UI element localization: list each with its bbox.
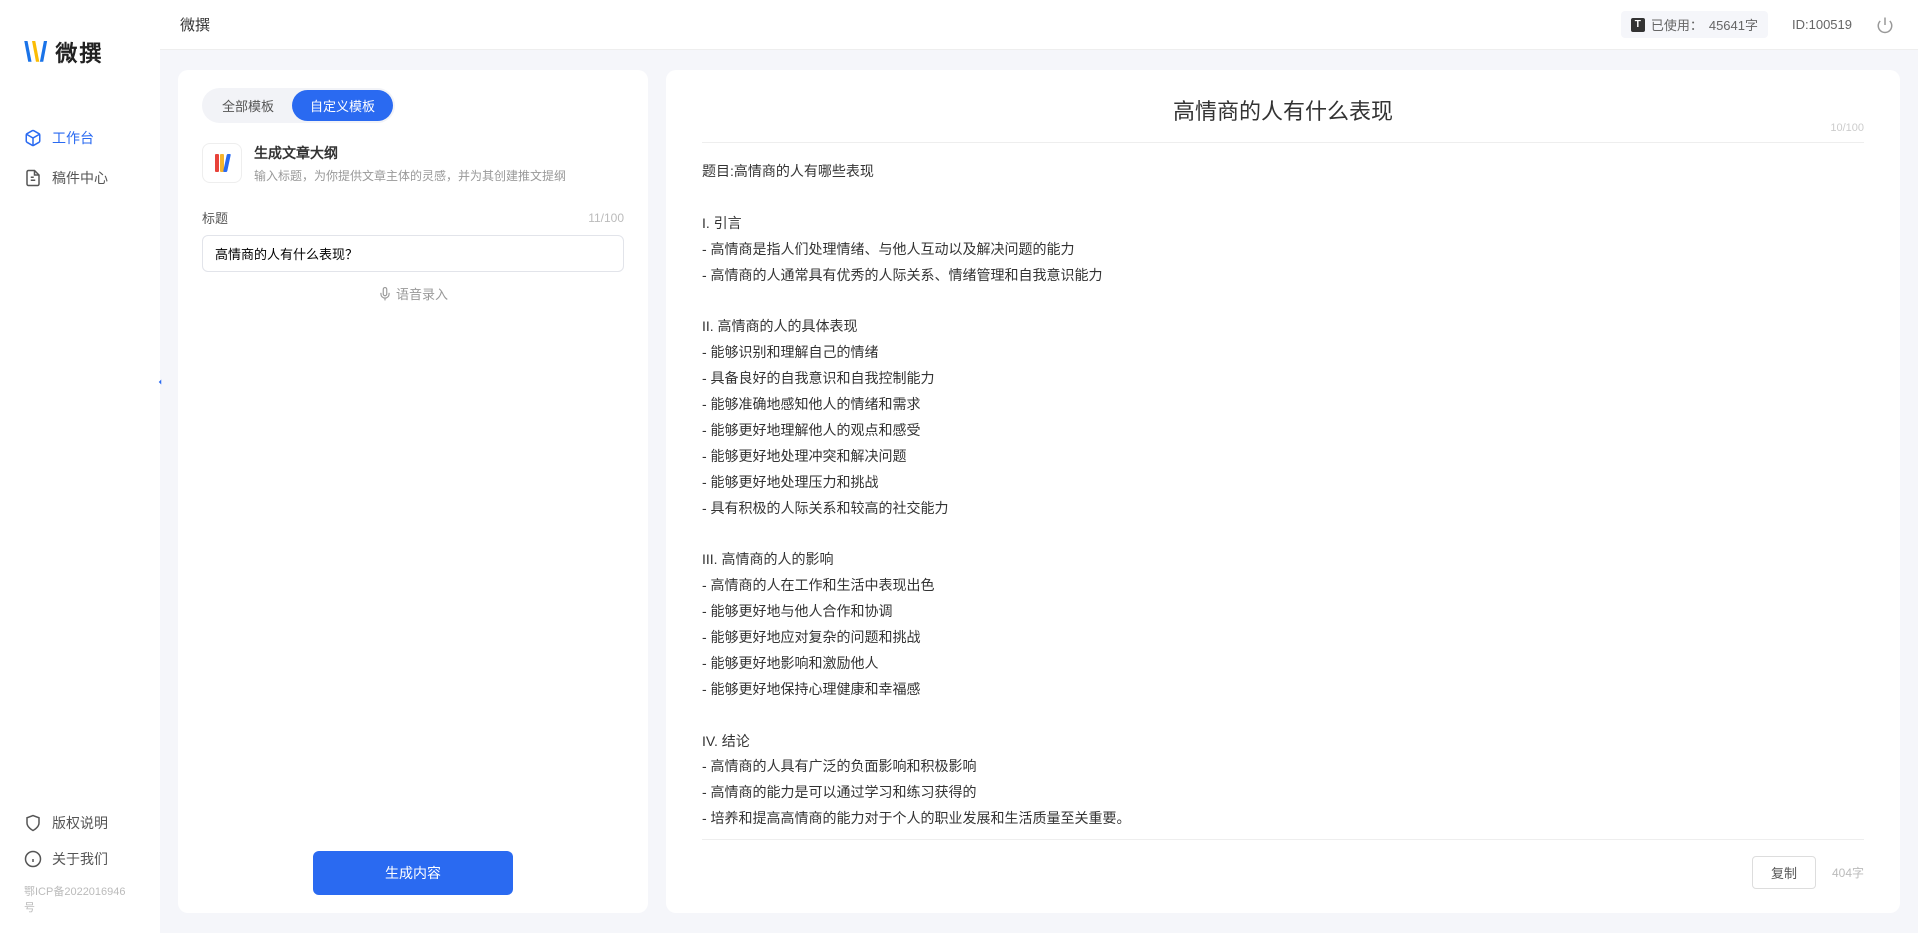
chevron-left-icon xyxy=(155,374,165,390)
copy-button[interactable]: 复制 xyxy=(1752,856,1816,889)
logo-icon: \\/ xyxy=(24,36,47,68)
info-icon xyxy=(24,850,42,868)
generate-button[interactable]: 生成内容 xyxy=(313,851,513,895)
output-header: 高情商的人有什么表现 10/100 xyxy=(702,94,1864,143)
page-title: 微撰 xyxy=(180,14,210,35)
voice-input-button[interactable]: 语音录入 xyxy=(378,284,448,303)
header-right: T 已使用： 45641字 ID:100519 xyxy=(1621,11,1894,38)
output-title-count: 10/100 xyxy=(1830,122,1864,134)
tab-all-templates[interactable]: 全部模板 xyxy=(204,90,292,121)
main-nav: 工作台 稿件中心 xyxy=(0,98,160,805)
sidebar-item-label: 工作台 xyxy=(52,128,94,148)
tab-custom-templates[interactable]: 自定义模板 xyxy=(292,90,393,121)
template-title: 生成文章大纲 xyxy=(254,143,566,163)
user-id: ID:100519 xyxy=(1792,17,1852,32)
voice-label: 语音录入 xyxy=(396,284,448,303)
output-footer: 复制 404字 xyxy=(702,839,1864,889)
main-content: 全部模板 自定义模板 生成文章大纲 输入标题，为你提供文章主体的灵感，并为其创建… xyxy=(160,50,1918,933)
sidebar-item-workspace[interactable]: 工作台 xyxy=(0,118,160,158)
template-card: 生成文章大纲 输入标题，为你提供文章主体的灵感，并为其创建推文提纲 xyxy=(202,143,624,184)
icp-text: 鄂ICP备2022016946号 xyxy=(0,877,160,921)
text-icon: T xyxy=(1631,18,1645,32)
sidebar-footer: 版权说明 关于我们 鄂ICP备2022016946号 xyxy=(0,805,160,933)
document-icon xyxy=(24,169,42,187)
sidebar-item-label: 稿件中心 xyxy=(52,168,108,188)
sidebar-item-copyright[interactable]: 版权说明 xyxy=(0,805,160,841)
output-title: 高情商的人有什么表现 xyxy=(1173,94,1393,126)
logo: \\/ 微撰 xyxy=(0,0,160,98)
template-desc: 输入标题，为你提供文章主体的灵感，并为其创建推文提纲 xyxy=(254,167,566,184)
sidebar-item-label: 关于我们 xyxy=(52,849,108,869)
sidebar-item-label: 版权说明 xyxy=(52,813,108,833)
sidebar-item-about[interactable]: 关于我们 xyxy=(0,841,160,877)
shield-icon xyxy=(24,814,42,832)
power-icon[interactable] xyxy=(1876,16,1894,34)
title-char-count: 11/100 xyxy=(588,211,624,225)
template-tabs: 全部模板 自定义模板 xyxy=(202,88,395,123)
word-count: 404字 xyxy=(1832,864,1864,881)
sidebar: \\/ 微撰 工作台 稿件中心 版权说明 关于我们 鄂ICP备202201694… xyxy=(0,0,160,933)
output-panel: 高情商的人有什么表现 10/100 题目:高情商的人有哪些表现 I. 引言 - … xyxy=(666,70,1900,913)
mic-icon xyxy=(378,287,392,301)
books-icon xyxy=(202,143,242,183)
output-body[interactable]: 题目:高情商的人有哪些表现 I. 引言 - 高情商是指人们处理情绪、与他人互动以… xyxy=(702,159,1864,839)
usage-label: 已使用： xyxy=(1651,15,1703,34)
header: 微撰 T 已使用： 45641字 ID:100519 xyxy=(0,0,1918,50)
title-field-group: 标题 11/100 语音录入 xyxy=(202,208,624,306)
title-input[interactable] xyxy=(202,235,624,272)
sidebar-item-drafts[interactable]: 稿件中心 xyxy=(0,158,160,198)
input-panel: 全部模板 自定义模板 生成文章大纲 输入标题，为你提供文章主体的灵感，并为其创建… xyxy=(178,70,648,913)
cube-icon xyxy=(24,129,42,147)
title-label: 标题 xyxy=(202,208,228,227)
usage-badge: T 已使用： 45641字 xyxy=(1621,11,1768,38)
usage-value: 45641字 xyxy=(1709,15,1758,34)
sidebar-collapse-handle[interactable] xyxy=(152,370,168,394)
logo-text: 微撰 xyxy=(55,36,103,68)
